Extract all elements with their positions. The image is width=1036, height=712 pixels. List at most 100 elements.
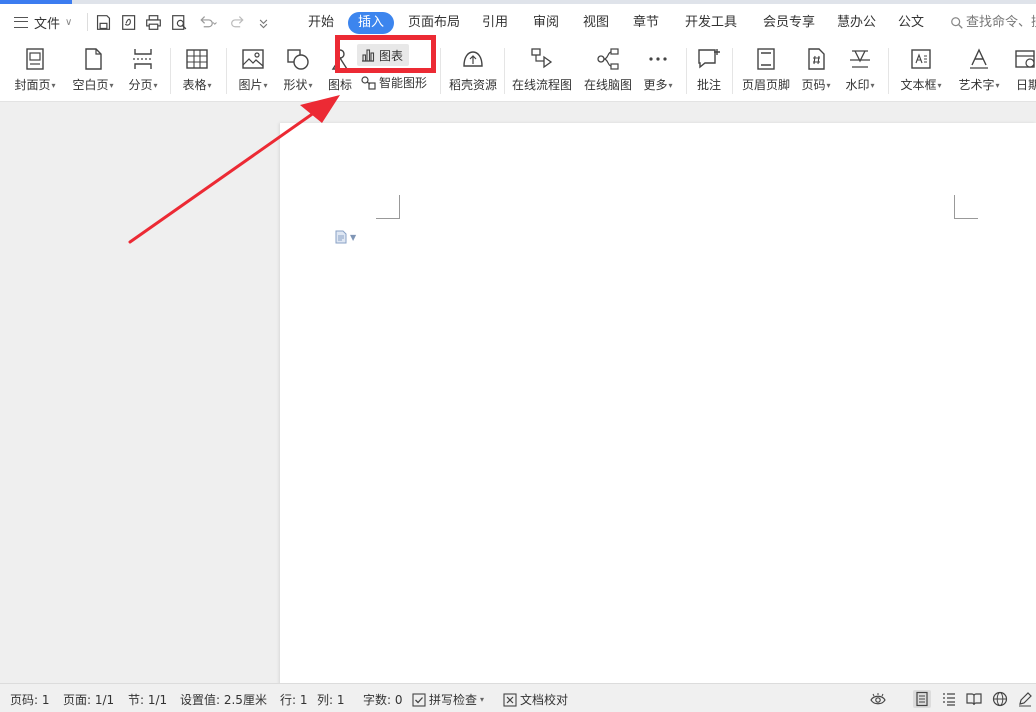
print-icon[interactable] [144,12,162,32]
header-footer-button[interactable]: 页眉页脚 [738,45,794,97]
tab-official-doc[interactable]: 公文 [898,12,924,34]
docer-icon [461,47,485,71]
command-search[interactable]: 查找命令、搜 [950,12,1036,34]
tab-insert[interactable]: 插入 [348,12,395,34]
print-preview-icon[interactable] [170,12,188,32]
command-search-text: 查找命令、搜 [966,15,1036,30]
reading-view-icon[interactable] [965,690,983,708]
tab-view[interactable]: 视图 [583,12,609,34]
page-number-button[interactable]: 页码▾ [796,45,836,97]
ribbon-divider [170,48,171,94]
comment-button[interactable]: 批注 [692,45,726,97]
status-word-count[interactable]: 字数: 0 [363,691,403,708]
file-menu-button[interactable]: 文件 ∨ [14,12,72,32]
save-icon[interactable] [94,12,112,32]
online-mindmap-button[interactable]: 在线脑图 [580,45,636,97]
ribbon-divider [888,48,889,94]
web-view-icon[interactable] [991,690,1009,708]
smart-graphic-button[interactable]: 智能图形 [361,74,427,91]
ribbon-divider [504,48,505,94]
table-button[interactable]: 表格▾ [176,45,218,97]
undo-icon[interactable] [195,12,221,32]
date-icon [1014,47,1036,71]
date-button[interactable]: 日期 [1010,45,1036,97]
eye-protection-icon[interactable] [869,690,887,708]
tab-member[interactable]: 会员专享 [763,12,815,34]
header-footer-label: 页眉页脚 [741,78,790,92]
outline-view-icon[interactable] [940,690,958,708]
blank-page-label: 空白页 [72,78,109,92]
doc-proofread-button[interactable]: 文档校对 [503,691,568,708]
tab-developer[interactable]: 开发工具 [685,12,737,34]
status-pages[interactable]: 页面: 1/1 [63,691,114,708]
date-label: 日期 [1016,78,1036,92]
shape-button[interactable]: 形状▾ [278,45,318,97]
edit-pen-icon[interactable] [1016,690,1034,708]
word-art-button[interactable]: 艺术字▾ [952,45,1006,97]
comment-label: 批注 [696,78,721,92]
dropdown-arrow-icon: ▼ [350,232,357,242]
docer-resources-button[interactable]: 稻壳资源 [446,45,500,97]
page-break-label: 分页 [128,78,153,92]
smart-graphic-label: 智能图形 [379,76,428,90]
ribbon-divider [440,48,441,94]
page-number-label: 页码 [801,78,826,92]
cover-page-button[interactable]: 封面页▾ [8,45,62,97]
blank-page-button[interactable]: 空白页▾ [66,45,120,97]
status-column[interactable]: 列: 1 [317,691,345,708]
online-flowchart-label: 在线流程图 [511,78,572,92]
tab-smart-office[interactable]: 慧办公 [837,12,876,34]
docer-resources-label: 稻壳资源 [448,78,497,92]
insert-ribbon: 封面页▾ 空白页▾ 分页▾ 表格▾ 图片▾ 形状▾ 图标 图表 智能图形 稻壳资… [0,40,1036,102]
text-box-icon [909,47,933,71]
export-pdf-icon[interactable] [120,12,138,32]
page-break-button[interactable]: 分页▾ [122,45,164,97]
text-box-label: 文本框 [900,78,937,92]
tab-page-layout[interactable]: 页面布局 [408,12,460,34]
checkbox-check-icon [412,692,426,707]
ribbon-divider [732,48,733,94]
file-menu-label: 文件 [34,16,61,32]
status-page-number[interactable]: 页码: 1 [10,691,50,708]
online-flowchart-button[interactable]: 在线流程图 [508,45,576,97]
watermark-button[interactable]: 水印▾ [840,45,880,97]
watermark-icon [848,47,872,71]
picture-button[interactable]: 图片▾ [232,45,274,97]
paste-options-button[interactable]: ▼ [334,230,356,244]
redo-icon[interactable] [229,12,247,32]
menu-row: 文件 ∨ 开始 插入 页面布局 引用 审阅 视图 章节 开发工具 会员专享 慧办… [0,4,1036,40]
proofread-icon [503,692,517,707]
smart-graphic-icon [361,75,376,90]
margin-corner-right [954,195,978,219]
page-view-icon[interactable] [913,690,931,708]
page-number-icon [804,47,828,71]
spell-check-button[interactable]: 拼写检查 ▾ [412,691,484,708]
cover-page-label: 封面页 [14,78,51,92]
customize-icon[interactable] [254,12,272,32]
header-footer-icon [754,47,778,71]
word-art-icon [967,47,991,71]
blank-page-icon [81,47,105,71]
hamburger-icon [14,16,28,28]
document-page[interactable]: ▼ [280,123,1036,683]
quick-access-divider [87,13,88,31]
status-section[interactable]: 节: 1/1 [128,691,167,708]
flowchart-icon [530,47,554,71]
tab-home[interactable]: 开始 [308,12,334,34]
shape-icon [286,47,310,71]
more-label: 更多 [643,78,668,92]
search-icon [951,17,963,29]
tab-references[interactable]: 引用 [482,12,508,34]
cover-page-icon [23,47,47,71]
table-icon [185,47,209,71]
tab-review[interactable]: 审阅 [533,12,559,34]
spell-check-label: 拼写检查 [429,693,478,707]
status-setting[interactable]: 设置值: 2.5厘米 [180,691,267,708]
shape-label: 形状 [283,78,308,92]
tab-sections[interactable]: 章节 [633,12,659,34]
margin-corner-left [376,195,400,219]
status-row[interactable]: 行: 1 [280,691,308,708]
text-box-button[interactable]: 文本框▾ [894,45,948,97]
chevron-down-icon: ∨ [65,16,73,28]
more-button[interactable]: 更多▾ [638,45,678,97]
